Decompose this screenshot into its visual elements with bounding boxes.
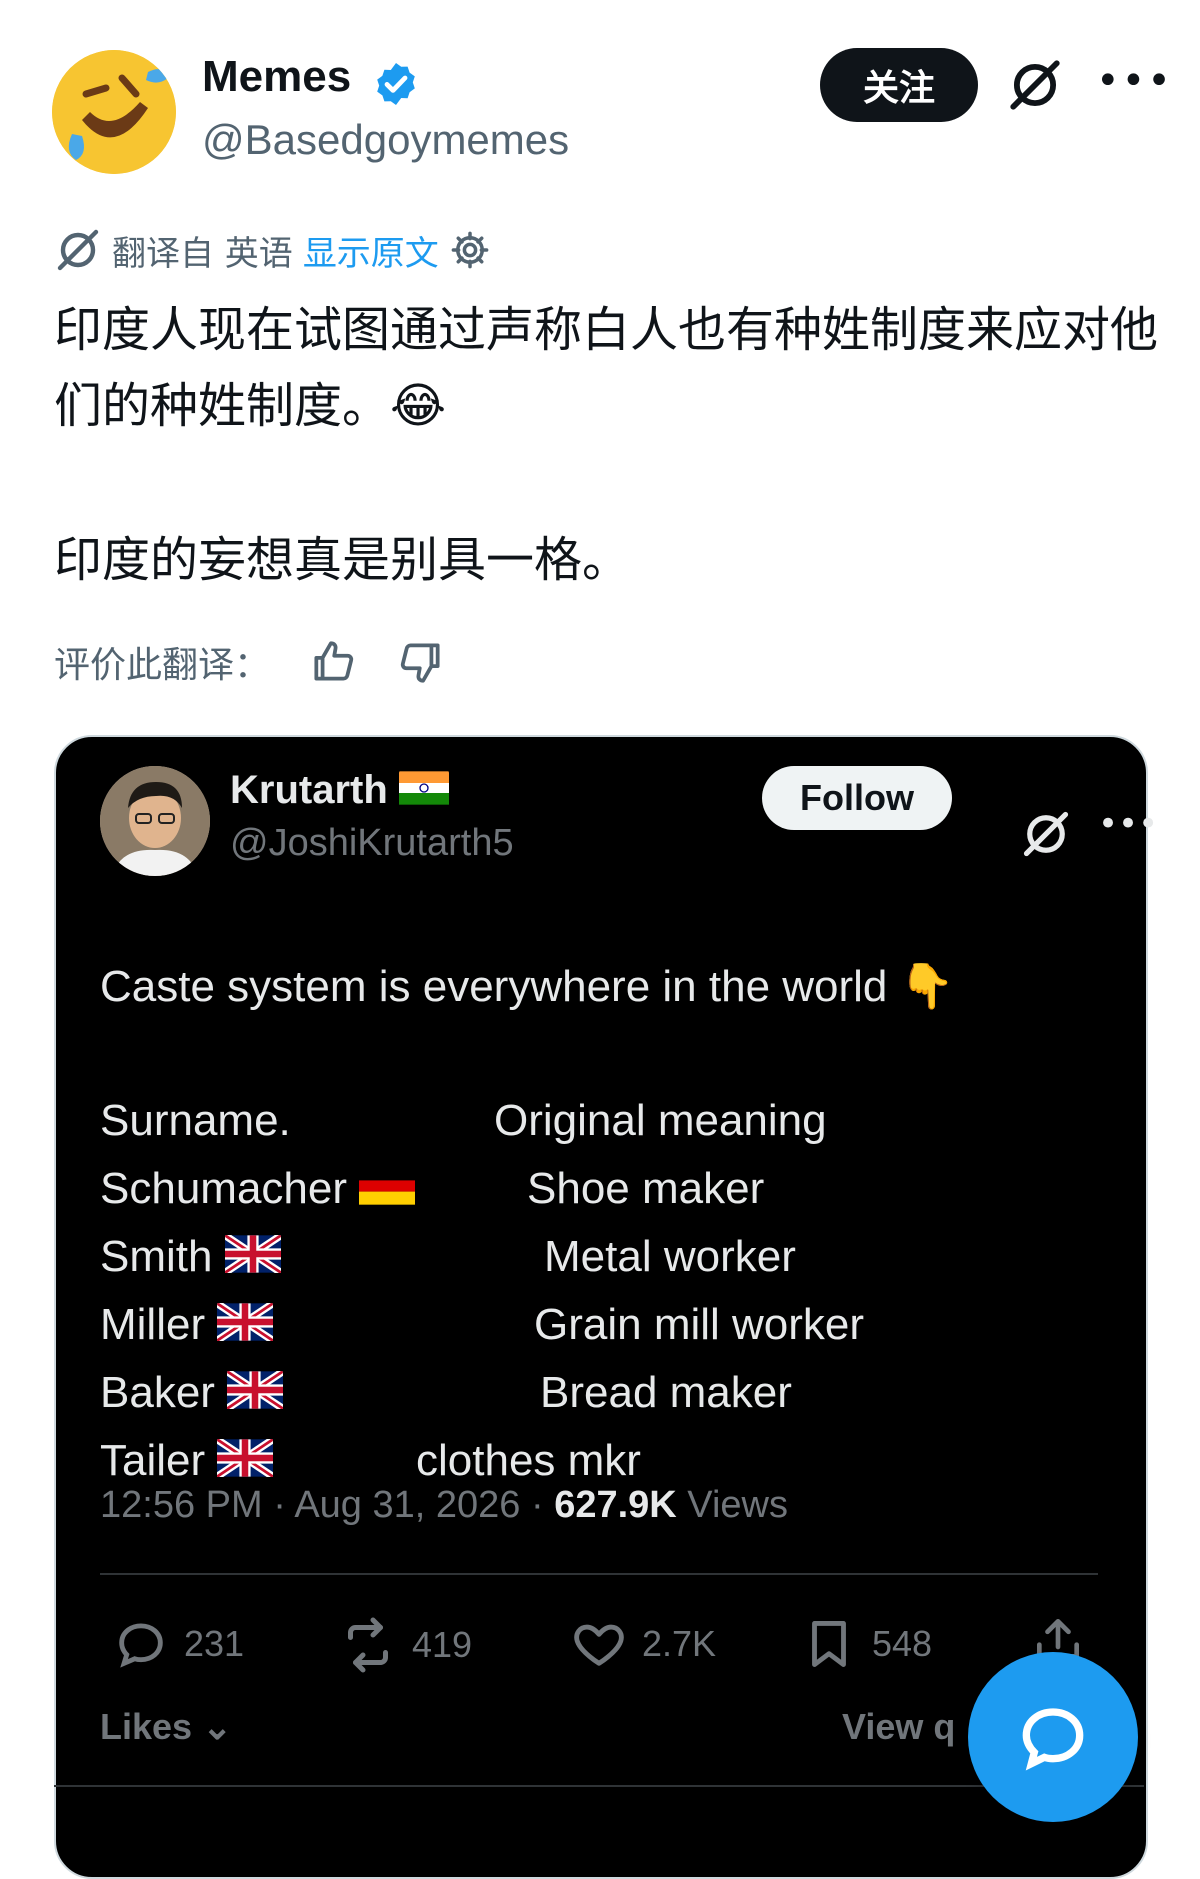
author-name[interactable]: Memes <box>202 52 351 102</box>
quoted-intro-text: Caste system is everywhere in the world … <box>100 962 955 1011</box>
like-count: 2.7K <box>642 1623 717 1664</box>
quoted-author-handle[interactable]: @JoshiKrutarth5 <box>230 822 514 865</box>
gear-icon[interactable] <box>449 229 491 271</box>
translated-from-label: 翻译自 英语 <box>112 233 293 274</box>
quoted-author-name[interactable]: Krutarth <box>230 768 449 815</box>
surname-column-header: Surname. <box>100 1096 291 1145</box>
meaning-row: clothes mkr <box>416 1436 641 1485</box>
surname-row: Baker <box>100 1368 284 1420</box>
likes-dropdown[interactable]: Likes ⌄ <box>100 1706 232 1748</box>
rate-translation-label: 评价此翻译： <box>54 645 271 686</box>
uk-flag-icon <box>217 1438 274 1488</box>
person-avatar-icon <box>100 766 210 876</box>
post-text-secondary: 印度的妄想真是别具一格。 <box>54 532 631 588</box>
thumbs-down-icon[interactable] <box>396 637 446 687</box>
author-avatar[interactable] <box>52 50 176 174</box>
quoted-timestamp[interactable]: 12:56 PM · Aug 31, 2026 · 627.9K Views <box>100 1484 788 1527</box>
grok-icon[interactable] <box>1020 808 1072 860</box>
divider <box>100 1573 1098 1575</box>
meaning-row: Bread maker <box>540 1368 792 1417</box>
uk-flag-icon <box>217 1302 274 1352</box>
more-options-icon[interactable]: ••• <box>1096 58 1173 104</box>
like-action[interactable]: 2.7K <box>570 1615 716 1673</box>
repost-count: 419 <box>412 1624 473 1665</box>
view-quotes-link[interactable]: View q <box>842 1706 955 1748</box>
quoted-follow-button[interactable]: Follow <box>762 766 952 830</box>
india-flag-icon <box>398 770 449 815</box>
surname-row: Miller <box>100 1300 274 1352</box>
grok-icon <box>57 229 99 271</box>
heart-icon <box>574 1624 624 1666</box>
verified-badge-icon <box>377 63 415 105</box>
post-text: 印度人现在试图通过声称白人也有种姓制度来应对他们的种姓制度。😂 <box>54 302 1159 434</box>
bookmark-action[interactable]: 548 <box>800 1615 932 1673</box>
chat-bubble-icon <box>1022 1708 1084 1771</box>
chat-fab-button[interactable] <box>968 1652 1138 1822</box>
author-handle[interactable]: @Basedgoymemes <box>202 116 569 164</box>
reply-action[interactable]: 231 <box>112 1615 244 1673</box>
rofl-emoji-icon <box>52 50 176 174</box>
show-original-link[interactable]: 显示原文 <box>303 226 439 275</box>
meaning-row: Shoe maker <box>527 1164 765 1213</box>
repost-icon <box>348 1617 388 1673</box>
surname-row: Tailer <box>100 1436 274 1488</box>
reply-count: 231 <box>184 1623 245 1664</box>
germany-flag-icon <box>359 1166 416 1216</box>
repost-action[interactable]: 419 <box>338 1615 472 1675</box>
surname-row: Smith <box>100 1232 281 1284</box>
thumbs-up-icon[interactable] <box>308 637 358 687</box>
reply-icon <box>119 1623 163 1668</box>
meaning-row: Grain mill worker <box>534 1300 865 1349</box>
follow-button[interactable]: 关注 <box>820 48 978 122</box>
bookmark-icon <box>812 1621 846 1667</box>
meaning-column-header: Original meaning <box>494 1096 827 1145</box>
chevron-down-icon: ⌄ <box>192 1706 233 1747</box>
uk-flag-icon <box>224 1234 281 1284</box>
meaning-row: Metal worker <box>544 1232 796 1281</box>
quoted-author-avatar[interactable] <box>100 766 210 876</box>
quoted-more-options-icon[interactable]: ••• <box>1098 804 1158 844</box>
grok-icon[interactable] <box>1006 56 1064 114</box>
surname-row: Schumacher <box>100 1164 416 1216</box>
divider <box>54 1785 1144 1787</box>
uk-flag-icon <box>227 1370 284 1420</box>
bookmark-count: 548 <box>872 1623 933 1664</box>
translation-row: 翻译自 英语 显示原文 <box>54 224 491 276</box>
rate-translation-row: 评价此翻译： <box>54 636 446 688</box>
